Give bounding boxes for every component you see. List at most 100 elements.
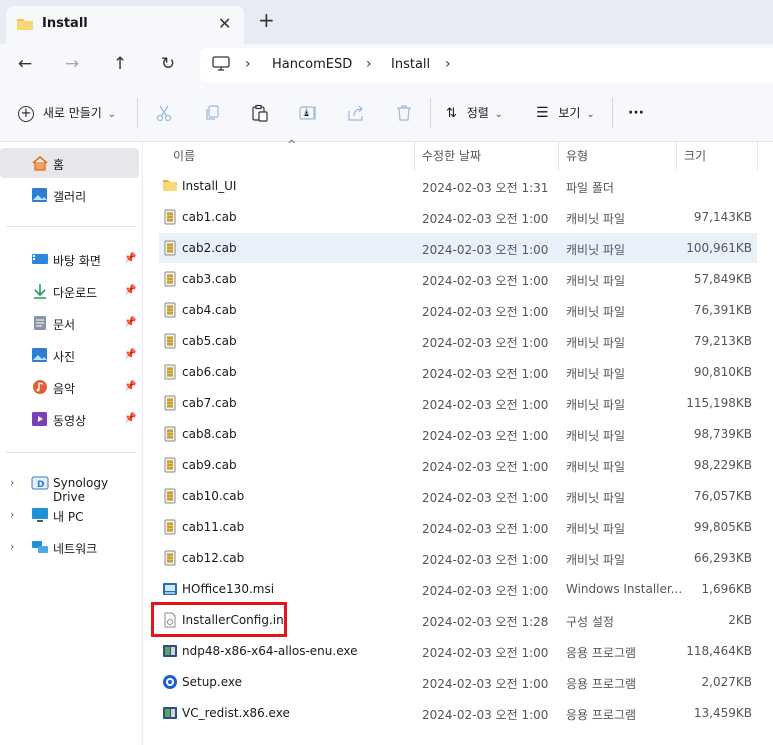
column-separator[interactable]: [558, 142, 559, 170]
file-row[interactable]: cab7.cab 2024-02-03 오전 1:00 캐비닛 파일 115,198K…: [159, 388, 757, 418]
column-header-size[interactable]: 크기: [684, 147, 706, 169]
file-size: 66,293KB: [693, 551, 752, 565]
file-row[interactable]: cab3.cab 2024-02-03 오전 1:00 캐비닛 파일 57,849KB: [159, 264, 757, 294]
new-tab-button[interactable]: +: [258, 10, 275, 30]
toolbar-divider: [137, 98, 138, 128]
share-icon[interactable]: [346, 103, 366, 123]
sidebar-item-network[interactable]: › 네트워크: [0, 532, 139, 562]
toolbar-divider: [430, 98, 431, 128]
sort-button[interactable]: ⇅ 정렬 ⌄: [446, 102, 503, 124]
file-date: 2024-02-03 오전 1:00: [422, 429, 549, 443]
file-type: 캐비닛 파일: [566, 336, 626, 350]
file-row[interactable]: cab4.cab 2024-02-03 오전 1:00 캐비닛 파일 76,391KB: [159, 295, 757, 325]
more-options-button[interactable]: ···: [628, 102, 644, 124]
copy-icon[interactable]: [202, 103, 222, 123]
paste-icon[interactable]: [250, 103, 270, 123]
sidebar-item-this-pc[interactable]: › 내 PC: [0, 500, 139, 530]
view-button[interactable]: ☰ 보기 ⌄: [536, 102, 595, 124]
sidebar-item-label: 동영상: [53, 414, 87, 428]
file-date: 2024-02-03 오전 1:00: [422, 274, 549, 288]
sidebar-item-gallery[interactable]: 갤러리: [0, 180, 139, 210]
new-button[interactable]: + 새로 만들기 ⌄: [18, 102, 116, 124]
column-separator[interactable]: [757, 142, 758, 170]
file-type: 캐비닛 파일: [566, 553, 626, 567]
breadcrumb-hancomesd[interactable]: HancomESD: [272, 57, 352, 72]
sidebar-item-synology-drive[interactable]: › D Synology Drive: [0, 468, 139, 504]
file-size: 79,213KB: [693, 334, 752, 348]
file-size: 99,805KB: [693, 520, 752, 534]
forward-button[interactable]: →: [60, 52, 84, 76]
sidebar-item-label: 홈: [53, 158, 65, 172]
sidebar-item-pictures[interactable]: 사진 📌: [0, 340, 139, 370]
file-date: 2024-02-03 오전 1:31: [422, 181, 549, 195]
file-row[interactable]: cab1.cab 2024-02-03 오전 1:00 캐비닛 파일 97,143KB: [159, 202, 757, 232]
file-row[interactable]: cab12.cab 2024-02-03 오전 1:00 캐비닛 파일 66,293K…: [159, 543, 757, 573]
close-tab-icon[interactable]: ✕: [218, 14, 231, 33]
sidebar-item-home[interactable]: 홈: [0, 148, 139, 178]
cab-file-icon: [162, 271, 178, 290]
file-row[interactable]: Setup.exe 2024-02-03 오전 1:00 응용 프로그램 2,027K…: [159, 667, 757, 697]
file-date: 2024-02-03 오전 1:00: [422, 243, 549, 257]
file-row[interactable]: cab11.cab 2024-02-03 오전 1:00 캐비닛 파일 99,805K…: [159, 512, 757, 542]
file-date: 2024-02-03 오전 1:00: [422, 398, 549, 412]
back-button[interactable]: ←: [13, 52, 37, 76]
file-row[interactable]: Install_UI 2024-02-03 오전 1:31 파일 폴더: [159, 171, 757, 201]
sidebar-item-music[interactable]: 음악 📌: [0, 372, 139, 402]
address-bar[interactable]: › HancomESD › Install ›: [200, 48, 773, 82]
chevron-right-icon[interactable]: ›: [10, 476, 14, 489]
file-name: cab6.cab: [182, 365, 237, 379]
sidebar-item-desktop[interactable]: 바탕 화면 📌: [0, 244, 139, 274]
file-row[interactable]: cab8.cab 2024-02-03 오전 1:00 캐비닛 파일 98,739KB: [159, 419, 757, 449]
file-type: 응용 프로그램: [566, 646, 637, 660]
column-header-type[interactable]: 유형: [566, 147, 588, 169]
sidebar-item-label: 네트워크: [53, 542, 98, 556]
exe-file-icon: [162, 705, 178, 724]
file-date: 2024-02-03 오전 1:00: [422, 646, 549, 660]
cab-file-icon: [162, 240, 178, 259]
sidebar-item-documents[interactable]: 문서 📌: [0, 308, 139, 338]
navigation-bar: ← → ↑ ↻ › HancomESD › Install ›: [0, 44, 773, 84]
cut-icon[interactable]: [154, 103, 174, 123]
sidebar-item-videos[interactable]: 동영상 📌: [0, 404, 139, 434]
tab-install[interactable]: Install ✕: [6, 6, 244, 44]
file-size: 13,459KB: [693, 706, 752, 720]
column-separator[interactable]: [676, 142, 677, 170]
sidebar-item-downloads[interactable]: 다운로드 📌: [0, 276, 139, 306]
folder-file-icon: [162, 178, 178, 195]
up-button[interactable]: ↑: [108, 52, 132, 76]
sidebar-item-label: 내 PC: [53, 510, 84, 524]
file-row[interactable]: cab9.cab 2024-02-03 오전 1:00 캐비닛 파일 98,229KB: [159, 450, 757, 480]
cab-file-icon: [162, 457, 178, 476]
file-row[interactable]: HOffice130.msi 2024-02-03 오전 1:00 Windows …: [159, 574, 757, 604]
breadcrumb-separator[interactable]: ›: [245, 56, 251, 72]
pin-icon: 📌: [124, 349, 137, 360]
file-row[interactable]: cab5.cab 2024-02-03 오전 1:00 캐비닛 파일 79,213KB: [159, 326, 757, 356]
column-header-date[interactable]: 수정한 날짜: [422, 147, 481, 169]
column-separator[interactable]: [414, 142, 415, 170]
file-type: 캐비닛 파일: [566, 491, 626, 505]
refresh-button[interactable]: ↻: [156, 52, 180, 76]
file-row[interactable]: cab2.cab 2024-02-03 오전 1:00 캐비닛 파일 100,961K…: [159, 233, 757, 263]
file-row[interactable]: VC_redist.x86.exe 2024-02-03 오전 1:00 응용 프로…: [159, 698, 757, 728]
breadcrumb-separator[interactable]: ›: [445, 56, 451, 72]
chevron-right-icon[interactable]: ›: [10, 540, 14, 553]
column-header-name[interactable]: 이름: [173, 147, 195, 169]
chevron-right-icon[interactable]: ›: [10, 508, 14, 521]
sort-icon: ⇅: [446, 106, 457, 121]
delete-icon[interactable]: [394, 103, 414, 123]
file-row[interactable]: cab10.cab 2024-02-03 오전 1:00 캐비닛 파일 76,057K…: [159, 481, 757, 511]
file-name: cab10.cab: [182, 489, 245, 503]
file-row[interactable]: cab6.cab 2024-02-03 오전 1:00 캐비닛 파일 90,810KB: [159, 357, 757, 387]
sidebar-item-label: 다운로드: [53, 286, 98, 300]
file-type: 캐비닛 파일: [566, 522, 626, 536]
breadcrumb-separator[interactable]: ›: [366, 56, 372, 72]
cab-file-icon: [162, 333, 178, 352]
file-date: 2024-02-03 오전 1:00: [422, 305, 549, 319]
breadcrumb-install[interactable]: Install: [391, 57, 430, 72]
rename-icon[interactable]: [298, 103, 318, 123]
download-icon: [31, 283, 49, 302]
this-pc-icon: [31, 507, 49, 526]
file-size: 98,229KB: [693, 458, 752, 472]
file-row[interactable]: ndp48-x86-x64-allos-enu.exe 2024-02-03 오전…: [159, 636, 757, 666]
file-date: 2024-02-03 오전 1:28: [422, 615, 549, 629]
